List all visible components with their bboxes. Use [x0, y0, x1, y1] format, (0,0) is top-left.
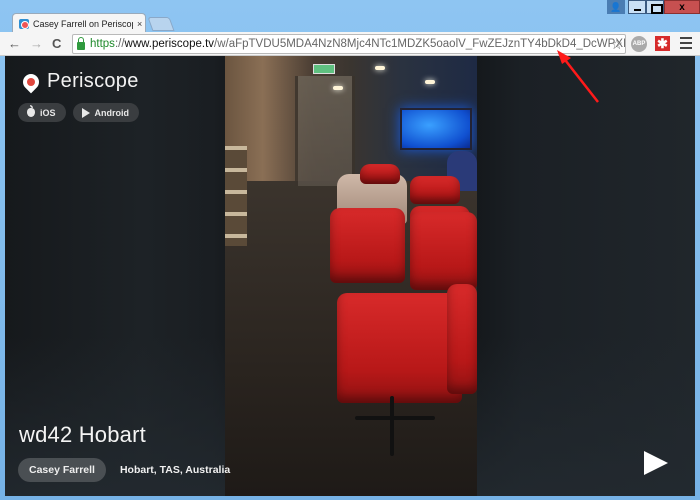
- periscope-page: Periscope iOS Android wd42 Hobart Casey …: [5, 56, 695, 496]
- url-text: https://www.periscope.tv/w/aFpTVDU5MDA4N…: [90, 38, 626, 50]
- android-label: Android: [94, 107, 130, 118]
- broadcast-meta: Casey Farrell Hobart, TAS, Australia: [18, 458, 230, 482]
- window-close-button[interactable]: x: [664, 0, 700, 14]
- periscope-logo[interactable]: Periscope: [19, 70, 139, 93]
- url-separator: ://: [114, 38, 125, 50]
- tab-close-icon[interactable]: ×: [137, 19, 142, 29]
- video-chair: [337, 293, 462, 403]
- maximize-button[interactable]: [646, 0, 664, 14]
- logo-text: Periscope: [47, 70, 139, 92]
- video-light: [375, 66, 385, 70]
- back-arrow-icon[interactable]: ←: [8, 36, 21, 52]
- browser-window: 👤 x Casey Farrell on Periscope × ← → C h…: [0, 0, 700, 500]
- android-app-button[interactable]: Android: [72, 103, 140, 122]
- video-exit-sign: [313, 64, 335, 74]
- video-light: [425, 80, 435, 84]
- url-path: /w/aFpTVDU5MDA4NzN8Mjc4NTc1MDZK5oaolV_Fw…: [214, 38, 626, 50]
- lock-icon: [77, 36, 85, 50]
- apple-icon: [27, 105, 35, 117]
- broadcast-title: wd42 Hobart: [19, 422, 146, 447]
- url-host: www.periscope.tv: [124, 38, 215, 50]
- app-store-buttons: iOS Android: [18, 103, 140, 122]
- video-glass-door: [295, 76, 355, 186]
- video-bookshelf: [225, 146, 247, 246]
- periscope-favicon-icon: [19, 18, 29, 29]
- periscope-pin-icon: [19, 70, 43, 93]
- bookmark-star-icon[interactable]: ☆: [610, 36, 623, 53]
- video-chair: [410, 176, 460, 204]
- play-icon[interactable]: [644, 451, 668, 475]
- video-light: [333, 86, 343, 90]
- ios-app-button[interactable]: iOS: [18, 103, 66, 122]
- video-chair: [447, 284, 477, 394]
- play-store-icon: [81, 107, 90, 118]
- tab-title: Casey Farrell on Periscope: [33, 18, 133, 29]
- user-icon: 👤: [610, 1, 622, 12]
- broadcast-location: Hobart, TAS, Australia: [119, 464, 231, 476]
- video-chair: [360, 164, 400, 184]
- video-chair-base: [355, 416, 435, 420]
- browser-toolbar: ← → C https://www.periscope.tv/w/aFpTVDU…: [0, 32, 700, 56]
- close-icon: x: [679, 1, 685, 13]
- video-chair-base: [390, 396, 394, 456]
- browser-tab[interactable]: Casey Farrell on Periscope ×: [12, 13, 146, 33]
- forward-arrow-icon[interactable]: →: [30, 36, 43, 52]
- minimize-button[interactable]: [628, 0, 646, 14]
- video-chair: [410, 212, 477, 290]
- video-chair: [330, 208, 405, 283]
- video-tv-screen: [400, 108, 472, 150]
- url-scheme: https: [90, 38, 115, 50]
- browser-menu-icon[interactable]: [680, 37, 692, 52]
- new-tab-button[interactable]: [147, 17, 175, 31]
- broadcaster-button[interactable]: Casey Farrell: [18, 458, 106, 482]
- extension-icon[interactable]: ✱: [655, 36, 670, 51]
- reload-icon[interactable]: C: [52, 36, 61, 52]
- ios-label: iOS: [40, 107, 56, 118]
- adblock-extension-icon[interactable]: ABP: [631, 36, 647, 52]
- broadcast-video[interactable]: [225, 56, 477, 496]
- profile-button[interactable]: 👤: [607, 0, 625, 14]
- address-bar[interactable]: https://www.periscope.tv/w/aFpTVDU5MDA4N…: [72, 34, 626, 54]
